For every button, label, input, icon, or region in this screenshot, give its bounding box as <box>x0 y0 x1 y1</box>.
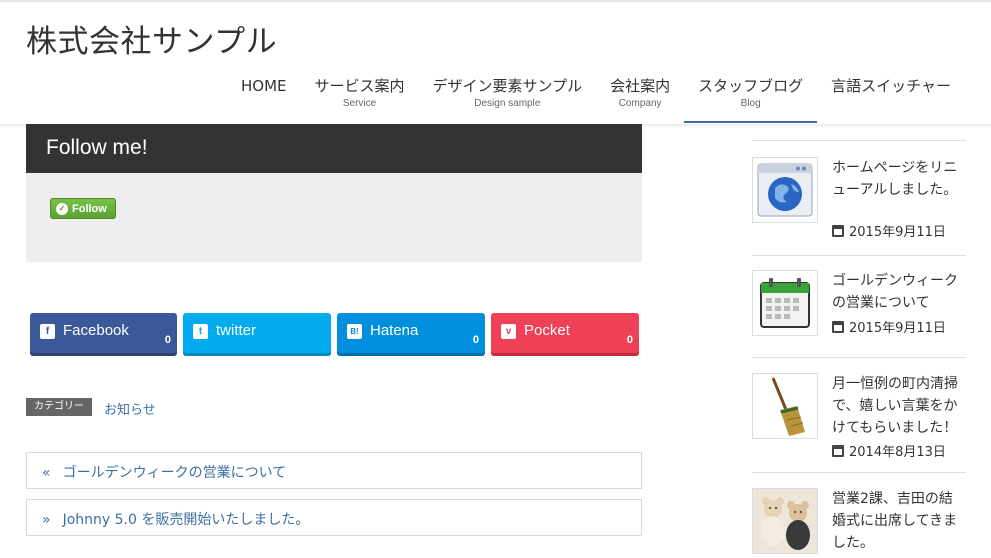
nav-item-blog[interactable]: スタッフブログ Blog <box>684 66 818 124</box>
calendar-icon <box>832 224 844 237</box>
top-border <box>0 0 991 2</box>
sidebar-post-date-text: 2015年9月11日 <box>849 225 946 240</box>
sidebar-divider <box>752 140 966 141</box>
hatena-icon: B! <box>347 324 362 339</box>
share-label: twitter <box>216 322 257 339</box>
facebook-icon: f <box>40 324 55 339</box>
teddy-bears-photo <box>752 488 818 554</box>
nav-sublabel: Blog <box>740 98 761 109</box>
follow-heading: Follow me! <box>26 124 642 173</box>
calendar-icon <box>832 444 844 457</box>
next-post-title: Johnny 5.0 を販売開始いたしました。 <box>62 512 310 528</box>
nav-label: 会社案内 <box>610 77 671 95</box>
share-label: Pocket <box>524 322 570 339</box>
share-pocket-button[interactable]: v Pocket 0 <box>491 313 639 353</box>
sidebar-post-date: 2014年8月13日 <box>832 441 946 460</box>
share-label: Hatena <box>370 322 419 339</box>
nav-sublabel: Design sample <box>474 98 541 109</box>
nav-item-home[interactable]: HOME <box>227 66 301 124</box>
share-twitter-button[interactable]: t twitter <box>183 313 331 353</box>
pocket-icon: v <box>501 324 516 339</box>
nav-item-design-sample[interactable]: デザイン要素サンプル Design sample <box>419 66 597 124</box>
sidebar-divider <box>752 472 966 473</box>
share-label: Facebook <box>63 322 129 339</box>
nav-label: デザイン要素サンプル <box>432 77 583 95</box>
nav-item-language-switcher[interactable]: 言語スイッチャー <box>817 66 965 124</box>
sidebar-post-date-text: 2014年8月13日 <box>849 445 946 460</box>
sidebar-post-date-text: 2015年9月11日 <box>849 321 946 336</box>
category-badge: カテゴリー <box>26 398 92 416</box>
sidebar-post-title: ゴールデンウィークの営業について <box>832 273 958 311</box>
sidebar-divider <box>752 357 966 358</box>
share-facebook-button[interactable]: f Facebook 0 <box>30 313 177 353</box>
calendar-icon <box>832 320 844 333</box>
follow-button-label: Follow <box>72 202 107 215</box>
prev-post-link[interactable]: « ゴールデンウィークの営業について <box>26 452 642 489</box>
sidebar-post-date: 2015年9月11日 <box>832 317 946 336</box>
sidebar-divider <box>752 255 966 256</box>
nav-item-company[interactable]: 会社案内 Company <box>596 66 684 124</box>
nav-sublabel: Company <box>618 98 662 109</box>
sidebar-post-title: 月一恒例の町内清掃で、嬉しい言葉をかけてもらいました！ <box>832 376 958 436</box>
sidebar-post-title: ホームページをリニューアルしました。 <box>832 160 958 198</box>
follow-panel: ✓ Follow <box>26 173 642 262</box>
nav-sublabel: Service <box>342 98 377 109</box>
share-count: 0 <box>164 334 171 346</box>
sidebar-post-title: 営業2課、吉田の結婚式に出席してきました。 <box>832 491 958 551</box>
twitter-icon: t <box>193 324 208 339</box>
next-post-link[interactable]: » Johnny 5.0 を販売開始いたしました。 <box>26 499 642 536</box>
feedly-icon: ✓ <box>56 202 68 215</box>
nav-item-service[interactable]: サービス案内 Service <box>301 66 419 124</box>
category-link[interactable]: お知らせ <box>104 399 156 418</box>
calendar-icon <box>752 270 818 336</box>
follow-button[interactable]: ✓ Follow <box>50 198 116 219</box>
nav-label: 言語スイッチャー <box>831 77 951 95</box>
share-count: 0 <box>626 334 633 346</box>
sidebar-post-date: 2015年9月11日 <box>832 221 946 240</box>
share-count: 0 <box>472 334 479 346</box>
nav-label: スタッフブログ <box>698 77 804 95</box>
site-title[interactable]: 株式会社サンプル <box>26 16 277 61</box>
globe-browser-icon <box>752 157 818 223</box>
share-hatena-button[interactable]: B! Hatena 0 <box>337 313 485 353</box>
next-arrow-icon: » <box>42 512 51 528</box>
global-nav: HOME サービス案内 Service デザイン要素サンプル Design sa… <box>227 66 965 124</box>
prev-post-title: ゴールデンウィークの営業について <box>62 465 287 481</box>
nav-label: HOME <box>241 77 287 95</box>
nav-label: サービス案内 <box>314 77 405 95</box>
broom-icon <box>752 373 818 439</box>
prev-arrow-icon: « <box>42 465 51 481</box>
